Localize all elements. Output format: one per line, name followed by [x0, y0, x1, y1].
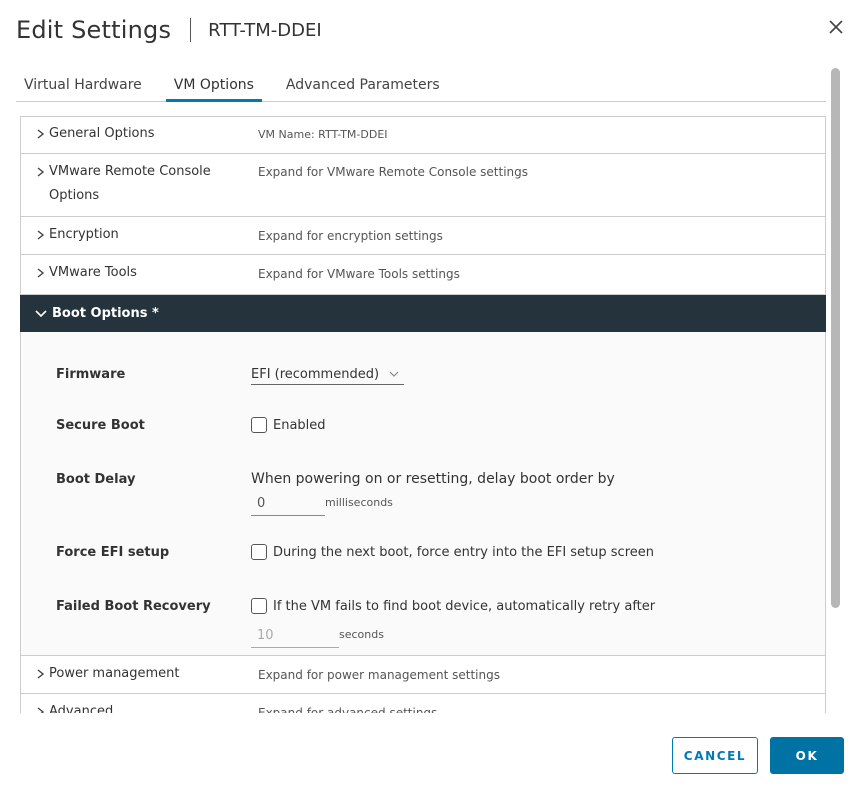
- section-label: Boot Options *: [52, 306, 159, 321]
- retry-delay-input[interactable]: 10: [251, 628, 339, 648]
- firmware-label: Firmware: [56, 367, 126, 382]
- retry-delay-unit: seconds: [339, 628, 384, 641]
- boot-delay-input[interactable]: 0: [251, 496, 325, 516]
- tab-bar: Virtual Hardware VM Options Advanced Par…: [16, 72, 826, 102]
- tab-virtual-hardware[interactable]: Virtual Hardware: [16, 72, 150, 102]
- force-efi-label: Force EFI setup: [56, 545, 170, 560]
- force-efi-checkbox[interactable]: [251, 544, 267, 560]
- boot-delay-label: Boot Delay: [56, 472, 136, 487]
- chevron-down-icon: [35, 309, 52, 318]
- failed-boot-recovery-checkbox[interactable]: [251, 598, 267, 614]
- tab-vm-options[interactable]: VM Options: [165, 72, 262, 102]
- chevron-right-icon: [36, 160, 49, 184]
- tab-advanced-parameters[interactable]: Advanced Parameters: [278, 72, 448, 102]
- chevron-right-icon: [36, 223, 49, 247]
- title-divider: [190, 18, 192, 42]
- vm-name: RTT-TM-DDEI: [208, 19, 322, 41]
- secure-boot-checkbox-label: Enabled: [273, 417, 326, 433]
- settings-content: General Options VM Name: RTT-TM-DDEI VMw…: [20, 116, 826, 713]
- section-value: Expand for VMware Remote Console setting…: [258, 165, 529, 179]
- section-remote-console[interactable]: VMware Remote Console Options Expand for…: [20, 154, 826, 217]
- cancel-button[interactable]: CANCEL: [672, 737, 758, 774]
- section-value: Expand for VMware Tools settings: [258, 267, 460, 281]
- dialog-header: Edit Settings RTT-TM-DDEI: [16, 14, 322, 46]
- chevron-right-icon: [36, 261, 49, 285]
- section-general-options[interactable]: General Options VM Name: RTT-TM-DDEI: [20, 116, 826, 154]
- section-label: VMware Remote Console: [49, 164, 211, 179]
- failed-boot-recovery-label: Failed Boot Recovery: [56, 599, 211, 614]
- ok-button[interactable]: OK: [770, 737, 844, 774]
- vertical-scrollbar[interactable]: [831, 68, 840, 608]
- dialog-footer: CANCEL OK: [672, 737, 844, 774]
- section-label: General Options: [49, 126, 155, 141]
- boot-options-panel: Firmware EFI (recommended) Secure Boot E…: [20, 332, 826, 656]
- close-icon[interactable]: [827, 18, 845, 36]
- section-value: Expand for power management settings: [258, 668, 500, 682]
- boot-delay-unit: milliseconds: [325, 496, 393, 509]
- section-value: Expand for encryption settings: [258, 229, 443, 243]
- section-label: Advanced: [49, 704, 114, 713]
- chevron-right-icon: [36, 662, 49, 686]
- chevron-down-icon: [389, 367, 399, 382]
- failed-boot-recovery-checkbox-label: If the VM fails to find boot device, aut…: [273, 598, 656, 614]
- chevron-right-icon: [36, 700, 49, 713]
- section-encryption[interactable]: Encryption Expand for encryption setting…: [20, 217, 826, 255]
- section-advanced[interactable]: Advanced Expand for advanced settings: [20, 694, 826, 713]
- dialog-title: Edit Settings: [16, 16, 172, 44]
- section-vmware-tools[interactable]: VMware Tools Expand for VMware Tools set…: [20, 255, 826, 295]
- section-value: Expand for advanced settings: [258, 706, 438, 713]
- firmware-selected-value: EFI (recommended): [251, 367, 380, 382]
- boot-delay-description: When powering on or resetting, delay boo…: [251, 471, 615, 487]
- section-label: Power management: [49, 666, 180, 681]
- section-label: Encryption: [49, 227, 119, 242]
- section-power-management[interactable]: Power management Expand for power manage…: [20, 656, 826, 694]
- section-label-line2: Options: [49, 188, 100, 203]
- force-efi-checkbox-label: During the next boot, force entry into t…: [273, 544, 654, 560]
- section-label: VMware Tools: [49, 265, 137, 280]
- chevron-right-icon: [36, 122, 49, 146]
- firmware-select[interactable]: EFI (recommended): [251, 367, 405, 385]
- section-boot-options[interactable]: Boot Options *: [20, 295, 826, 332]
- section-value: VM Name: RTT-TM-DDEI: [258, 128, 388, 141]
- secure-boot-checkbox[interactable]: [251, 417, 267, 433]
- secure-boot-label: Secure Boot: [56, 418, 145, 433]
